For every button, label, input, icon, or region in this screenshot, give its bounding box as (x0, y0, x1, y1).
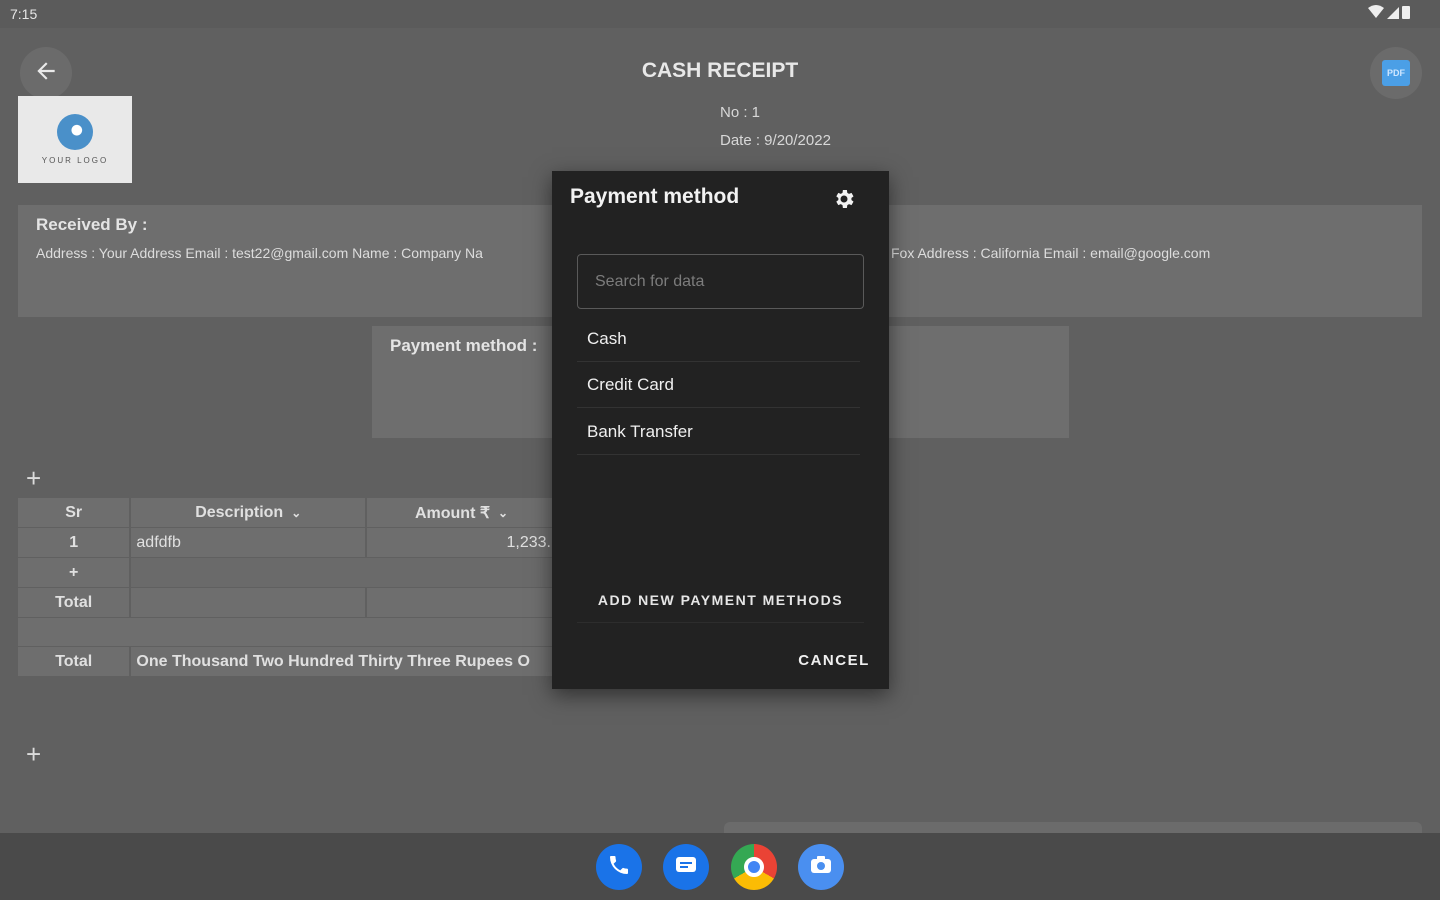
total-words-row: Total One Thousand Two Hundred Thirty Th… (18, 647, 558, 676)
table-row[interactable]: 1 adfdfb 1,233. (18, 528, 558, 557)
total-words-value: One Thousand Two Hundred Thirty Three Ru… (131, 647, 556, 676)
received-by-address: Address : Your Address Email : test22@gm… (36, 245, 483, 261)
messages-icon (673, 853, 699, 882)
add-row: + (18, 558, 558, 587)
screen: 7:15 CASH RECEIPT PDF YOUR LOGO No: 1 D… (0, 0, 1440, 900)
total-words-label: Total (18, 647, 130, 676)
page-title: CASH RECEIPT (641, 59, 799, 82)
dialog-title: Payment method (570, 185, 740, 208)
header-amount-label: Amount ₹ (414, 504, 491, 522)
phone-app-button[interactable] (596, 844, 642, 890)
payment-method-dialog: Payment method Cash Credit Card Bank Tra… (552, 171, 889, 689)
total-amount-cell (367, 588, 556, 617)
add-item-button[interactable]: + (26, 463, 41, 494)
add-row-button[interactable]: + (18, 558, 130, 587)
messages-app-button[interactable] (663, 844, 709, 890)
header-sr[interactable]: Sr (18, 498, 130, 527)
status-bar: 7:15 (0, 0, 1440, 28)
camera-icon (808, 853, 834, 882)
items-table: Sr Description ⌄ Amount ₹ ⌄ 1 adfdfb 1,2… (18, 498, 558, 677)
search-input[interactable] (577, 254, 864, 309)
total-description-cell (131, 588, 366, 617)
receipt-date: Date : 9/20/2022 (720, 132, 831, 149)
option-cash[interactable]: Cash (577, 316, 860, 362)
navigation-dock (0, 833, 1440, 900)
battery-icon (1402, 5, 1410, 22)
status-time: 7:15 (10, 6, 38, 22)
payment-method-label: Payment method : (390, 336, 538, 355)
pdf-button[interactable]: PDF (1370, 47, 1422, 99)
header-amount[interactable]: Amount ₹ ⌄ (367, 498, 556, 527)
header-description-label: Description (195, 503, 284, 521)
wifi-icon (1368, 5, 1384, 22)
company-logo[interactable]: YOUR LOGO (18, 96, 132, 183)
row-description: adfdfb (131, 528, 366, 557)
logo-mark-icon (57, 114, 93, 150)
chrome-icon (744, 857, 764, 877)
bottom-sheet-handle[interactable] (724, 822, 1422, 833)
add-row-blank (131, 558, 556, 587)
phone-icon (607, 853, 631, 882)
signal-icon (1387, 6, 1399, 22)
add-section-button[interactable]: + (26, 739, 41, 770)
logo-text: YOUR LOGO (41, 156, 109, 165)
received-by-label: Received By : (36, 215, 148, 234)
status-icons (1368, 5, 1410, 22)
row-sr: 1 (18, 528, 130, 557)
header-description[interactable]: Description ⌄ (131, 498, 366, 527)
chevron-down-icon: ⌄ (291, 505, 302, 520)
gear-icon[interactable] (830, 185, 858, 213)
option-credit-card[interactable]: Credit Card (577, 362, 860, 408)
pdf-icon: PDF (1382, 60, 1410, 86)
cancel-button[interactable]: CANCEL (790, 643, 878, 677)
chrome-app-button[interactable] (731, 844, 777, 890)
total-label: Total (18, 588, 130, 617)
chevron-down-icon: ⌄ (498, 505, 509, 520)
receipt-number: No : 1 (720, 104, 761, 121)
received-by-address-right: Fox Address : California Email : email@g… (891, 245, 1211, 261)
table-separator-row (18, 618, 558, 646)
option-bank-transfer[interactable]: Bank Transfer (577, 409, 860, 455)
separator-cell (18, 618, 558, 646)
row-amount: 1,233. (367, 528, 556, 557)
camera-app-button[interactable] (798, 844, 844, 890)
add-payment-method-button[interactable]: ADD NEW PAYMENT METHODS (577, 577, 864, 623)
total-row: Total (18, 588, 558, 617)
table-header-row: Sr Description ⌄ Amount ₹ ⌄ (18, 498, 558, 527)
